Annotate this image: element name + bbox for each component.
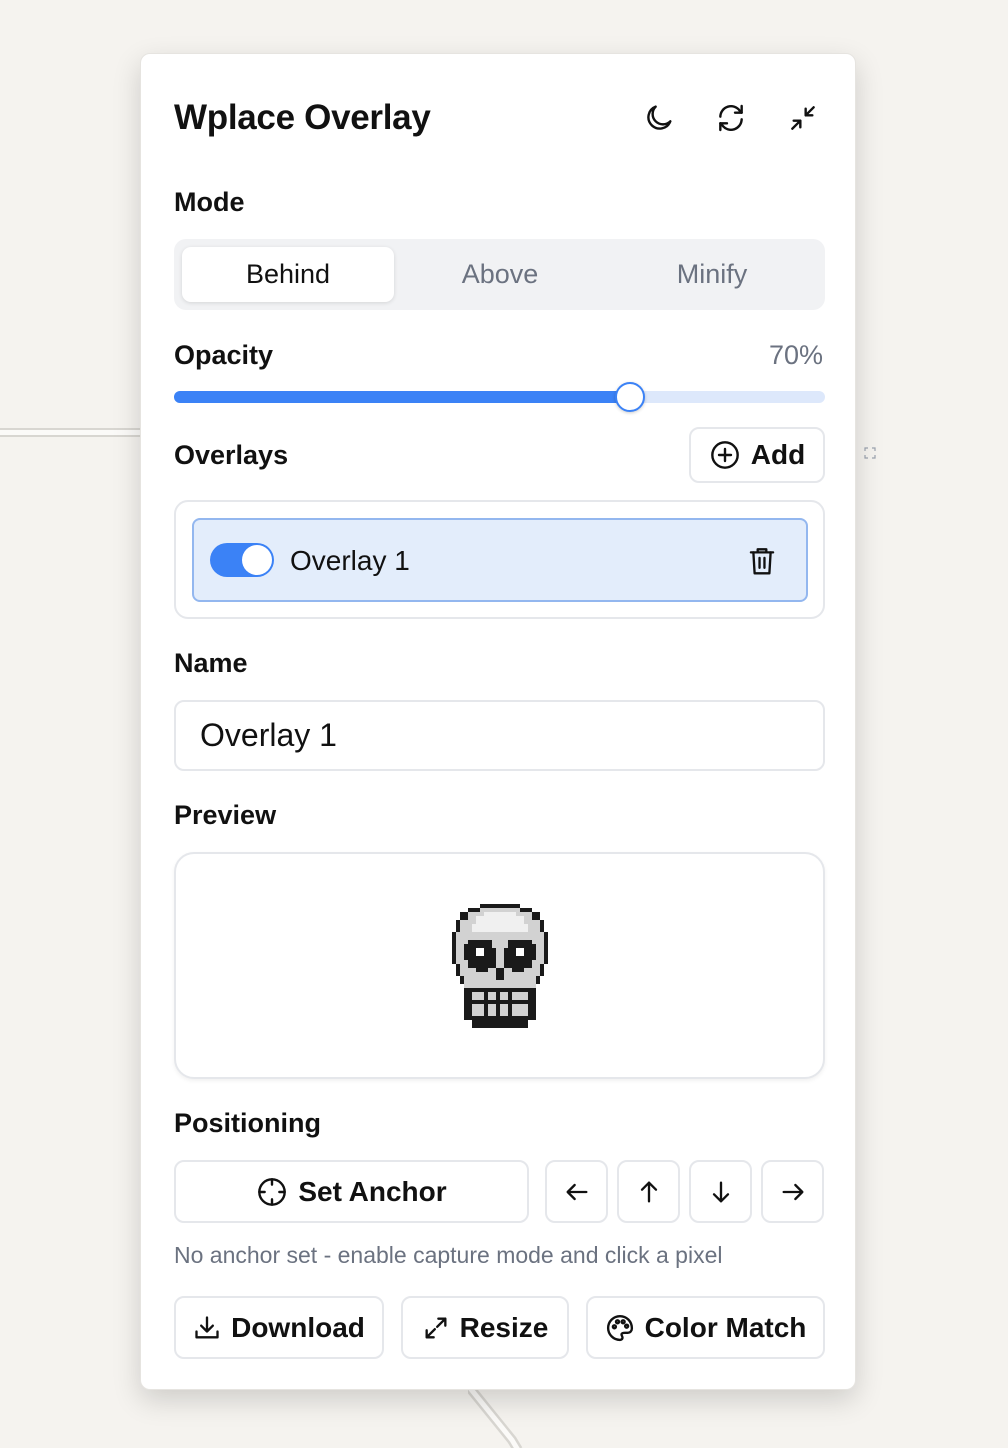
opacity-slider[interactable]: [174, 382, 825, 412]
overlay-list: Overlay 1: [174, 500, 825, 619]
arrow-left-icon: [566, 1183, 587, 1200]
panel-header: Wplace Overlay: [174, 96, 822, 142]
overlay-name-input[interactable]: [174, 700, 825, 771]
palette-icon: [606, 1314, 633, 1341]
opacity-slider-thumb[interactable]: [615, 382, 645, 412]
opacity-value: 70%: [768, 340, 823, 370]
overlay-enabled-toggle[interactable]: [210, 543, 274, 577]
add-overlay-label: Add: [750, 439, 806, 470]
trash-icon: [749, 548, 775, 575]
opacity-label: Opacity: [174, 340, 274, 370]
set-anchor-button[interactable]: Set Anchor: [174, 1160, 529, 1223]
crosshair-icon: [258, 1177, 287, 1206]
mode-label: Mode: [174, 187, 245, 217]
arrow-right-icon: [782, 1183, 803, 1200]
download-icon: [195, 1315, 219, 1338]
map-road-diagonal: [468, 1388, 523, 1448]
mode-option-behind[interactable]: Behind: [182, 247, 394, 302]
download-button[interactable]: Download: [174, 1296, 384, 1359]
minimize-icon: [791, 106, 815, 130]
move-left-button[interactable]: [545, 1160, 608, 1223]
move-up-button[interactable]: [617, 1160, 680, 1223]
list-item[interactable]: Overlay 1: [192, 518, 808, 602]
move-right-button[interactable]: [761, 1160, 824, 1223]
refresh-icon: [719, 104, 743, 132]
plus-circle-icon: [710, 441, 739, 469]
resize-label: Resize: [459, 1311, 549, 1343]
mode-option-minify[interactable]: Minify: [606, 247, 818, 302]
resize-button[interactable]: Resize: [401, 1296, 569, 1359]
overlay-item-name: Overlay 1: [290, 545, 410, 576]
moon-icon: [647, 105, 672, 130]
arrow-up-icon: [640, 1181, 657, 1202]
skull-preview-image: [452, 904, 548, 1028]
mode-segmented-control: Behind Above Minify: [174, 239, 825, 310]
resize-handle-icon[interactable]: [864, 447, 876, 459]
mode-option-above[interactable]: Above: [394, 247, 606, 302]
opacity-slider-fill: [174, 391, 630, 403]
minimize-button[interactable]: [781, 96, 825, 140]
download-label: Download: [231, 1311, 365, 1343]
theme-toggle-button[interactable]: [637, 96, 681, 140]
delete-overlay-button[interactable]: [742, 540, 782, 582]
add-overlay-button[interactable]: Add: [689, 427, 825, 483]
preview-label: Preview: [174, 800, 277, 830]
positioning-label: Positioning: [174, 1108, 321, 1138]
toggle-knob: [242, 545, 272, 575]
panel-title: Wplace Overlay: [174, 98, 431, 137]
color-match-button[interactable]: Color Match: [586, 1296, 825, 1359]
map-road-line: [0, 428, 140, 437]
move-down-button[interactable]: [689, 1160, 752, 1223]
set-anchor-label: Set Anchor: [298, 1175, 447, 1207]
color-match-label: Color Match: [644, 1311, 807, 1343]
refresh-button[interactable]: [709, 96, 753, 140]
resize-icon: [425, 1317, 447, 1338]
preview-box: [174, 852, 825, 1079]
name-label: Name: [174, 648, 248, 678]
overlay-panel: Wplace Overlay Mode Behind Above Minify …: [140, 53, 856, 1390]
overlays-label: Overlays: [174, 440, 289, 470]
anchor-hint-text: No anchor set - enable capture mode and …: [174, 1242, 723, 1268]
arrow-down-icon: [712, 1181, 729, 1202]
